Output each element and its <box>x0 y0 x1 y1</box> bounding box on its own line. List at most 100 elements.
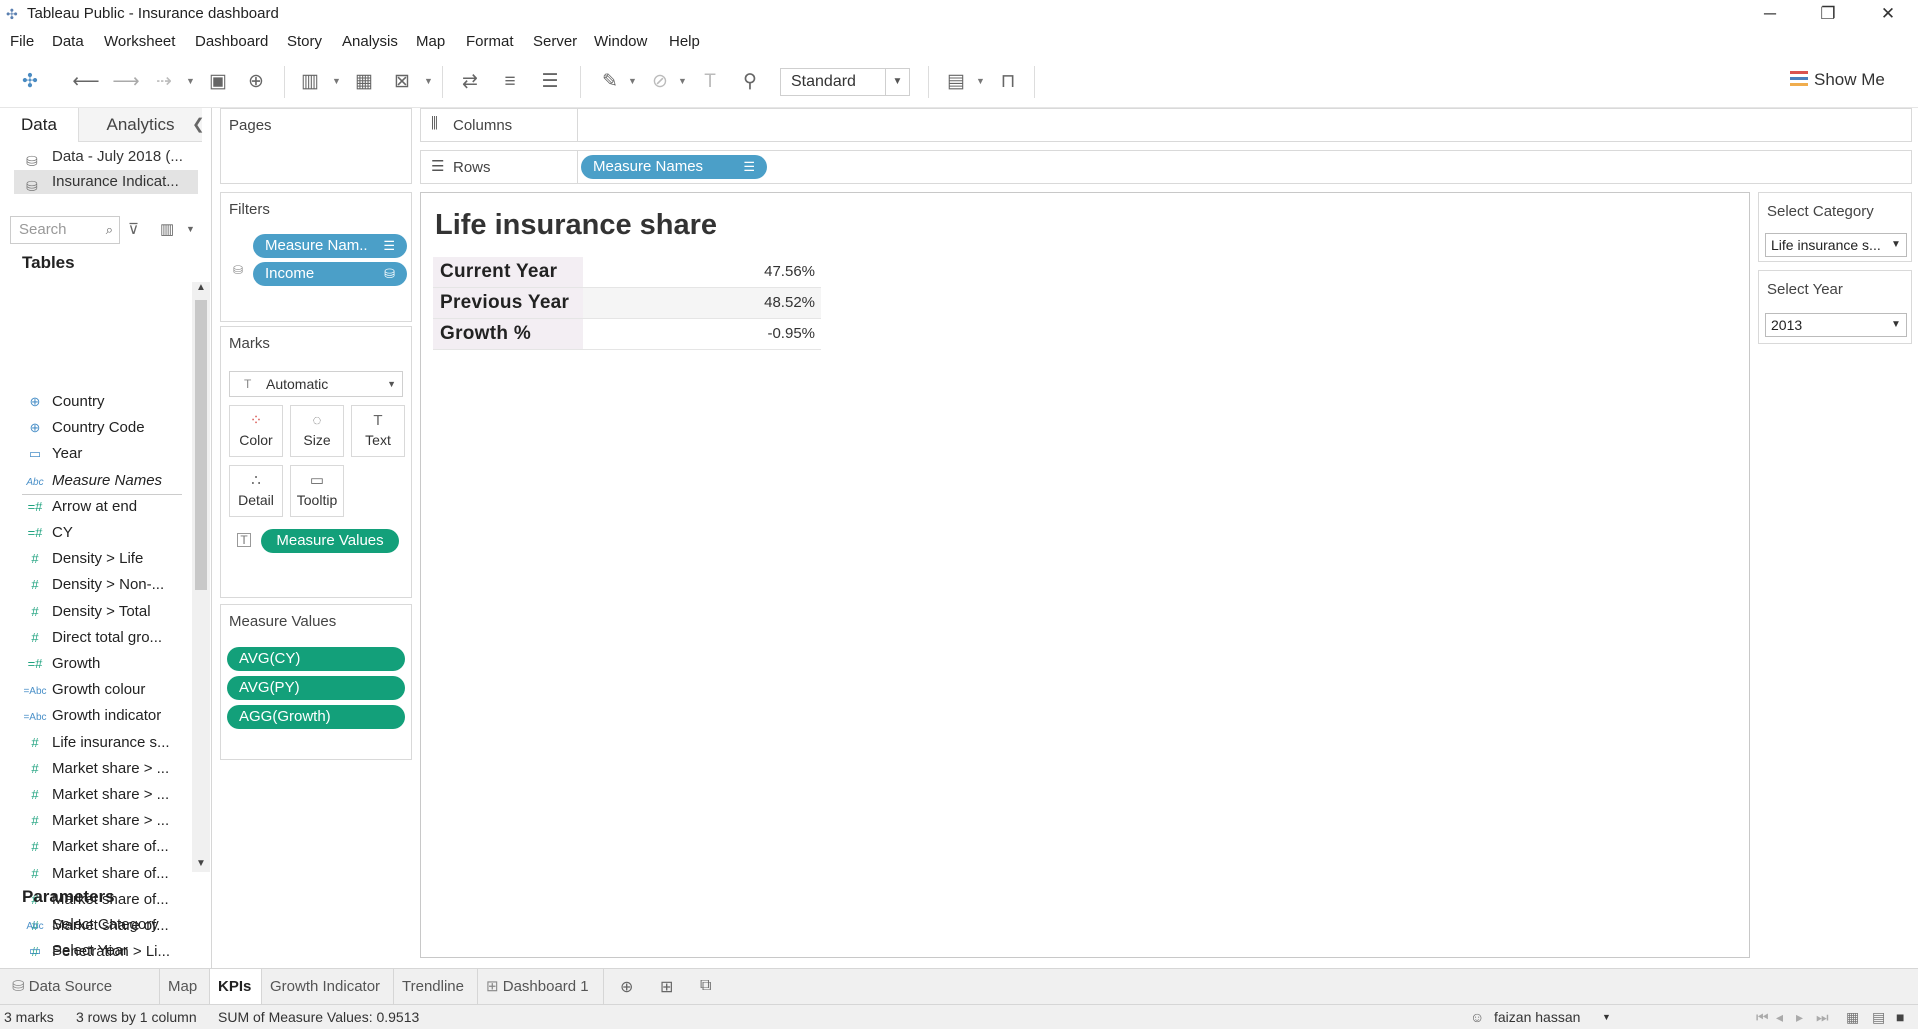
select-year-dropdown[interactable]: 2013 ▼ <box>1765 313 1907 337</box>
table-row[interactable]: Previous Year 48.52% <box>433 288 821 319</box>
sort-descending-icon[interactable]: ☰ <box>536 68 564 96</box>
chevron-down-icon[interactable]: ▼ <box>186 76 195 86</box>
field-item[interactable]: # Market share of... <box>18 861 186 887</box>
tab-analytics[interactable]: Analytics <box>78 108 202 142</box>
field-item[interactable]: ⊕ Country <box>18 389 186 415</box>
next-page-icon[interactable]: ▸ <box>1796 1009 1803 1026</box>
datasource-item-selected[interactable]: ⛁ Insurance Indicat... <box>14 170 198 194</box>
tab-trendline[interactable]: Trendline <box>394 969 478 1004</box>
menu-format[interactable]: Format <box>466 33 514 50</box>
scroll-up-icon[interactable]: ▲ <box>196 282 206 293</box>
worksheet-view[interactable]: Life insurance share Current Year 47.56%… <box>420 192 1750 958</box>
field-item[interactable]: # Life insurance s... <box>18 730 186 756</box>
show-cards-icon[interactable]: ▤ <box>942 68 970 96</box>
scrollbar-thumb[interactable] <box>195 300 207 590</box>
field-item[interactable]: Abc Measure Names <box>18 468 186 494</box>
scroll-down-icon[interactable]: ▼ <box>196 858 206 869</box>
clear-sheet-icon[interactable]: ⊠ <box>388 68 416 96</box>
presentation-mode-icon[interactable]: ⊓ <box>994 68 1022 96</box>
last-page-icon[interactable]: ⏭ <box>1816 1009 1829 1026</box>
text-mark-icon[interactable]: T <box>237 533 251 547</box>
menu-data[interactable]: Data <box>52 33 84 50</box>
filmstrip-view-icon[interactable]: ▤ <box>1872 1009 1885 1026</box>
rows-shelf[interactable]: ☰ Rows Measure Names ☰ <box>420 150 1912 184</box>
menu-story[interactable]: Story <box>287 33 322 50</box>
menu-help[interactable]: Help <box>669 33 700 50</box>
menu-dashboard[interactable]: Dashboard <box>195 33 268 50</box>
field-item[interactable]: =# CY <box>18 520 186 546</box>
tabs-view-icon[interactable]: ■ <box>1896 1009 1904 1025</box>
columns-shelf[interactable]: ⫼ Columns <box>420 108 1912 142</box>
chevron-down-icon[interactable]: ▼ <box>678 76 687 86</box>
search-input[interactable]: Search ⌕ <box>10 216 120 244</box>
tab-kpis[interactable]: KPIs <box>210 969 262 1004</box>
select-category-dropdown[interactable]: Life insurance s... ▼ <box>1765 233 1907 257</box>
redo-icon[interactable]: ⟶ <box>112 68 140 96</box>
field-item[interactable]: # Density > Total <box>18 599 186 625</box>
tab-dashboard-1[interactable]: ⊞ Dashboard 1 <box>478 969 604 1004</box>
chevron-down-icon[interactable]: ▼ <box>1602 1012 1611 1022</box>
field-item[interactable]: # Market share > ... <box>18 756 186 782</box>
field-item[interactable]: # Market share > ... <box>18 808 186 834</box>
field-item[interactable]: =Abc Growth indicator <box>18 703 186 729</box>
show-me-button[interactable]: Show Me <box>1790 70 1885 90</box>
chevron-down-icon[interactable]: ▼ <box>628 76 637 86</box>
marks-pill-measure-values[interactable]: Measure Values <box>261 529 399 553</box>
field-item[interactable]: # Direct total gro... <box>18 625 186 651</box>
chevron-down-icon[interactable]: ▼ <box>976 76 985 86</box>
tableau-start-icon[interactable]: ✣ <box>16 68 44 96</box>
color-button[interactable]: ⁘ Color <box>229 405 283 457</box>
highlight-icon[interactable]: ✎ <box>596 68 624 96</box>
filter-pill-income[interactable]: Income ⛁ <box>253 262 407 286</box>
field-item[interactable]: ⊕ Country Code <box>18 415 186 441</box>
new-story-icon[interactable]: ⧉ <box>700 977 711 995</box>
view-options-icon[interactable]: ▥ <box>160 220 174 238</box>
undo-icon[interactable]: ⟵ <box>72 68 100 96</box>
field-item[interactable]: ▭ Year <box>18 441 186 467</box>
mark-type-dropdown[interactable]: T Automatic ▼ <box>229 371 403 397</box>
menu-worksheet[interactable]: Worksheet <box>104 33 175 50</box>
new-dashboard-icon[interactable]: ⊞ <box>660 977 673 997</box>
filter-icon[interactable]: ⊽ <box>128 220 139 238</box>
datasource-item[interactable]: ⛁ Data - July 2018 (... <box>14 145 198 169</box>
measure-pill-agg-growth[interactable]: AGG(Growth) <box>227 705 405 729</box>
fix-axes-icon[interactable]: ⚲ <box>736 68 764 96</box>
collapse-pane-icon[interactable]: ❮ <box>192 108 205 142</box>
table-row[interactable]: Growth % -0.95% <box>433 319 821 350</box>
status-user[interactable]: faizan hassan <box>1494 1009 1580 1025</box>
close-icon[interactable]: ✕ <box>1860 0 1916 30</box>
measure-pill-avg-cy[interactable]: AVG(CY) <box>227 647 405 671</box>
parameter-item[interactable]: ▭ Select Year <box>18 938 186 964</box>
menu-server[interactable]: Server <box>533 33 577 50</box>
first-page-icon[interactable]: ⏮ <box>1756 1009 1769 1026</box>
field-item[interactable]: =# Arrow at end <box>18 494 186 520</box>
sort-ascending-icon[interactable]: ≡ <box>496 68 524 96</box>
chevron-down-icon[interactable]: ▼ <box>332 76 341 86</box>
field-item[interactable]: # Density > Non-... <box>18 572 186 598</box>
swap-rows-columns-icon[interactable]: ⇄ <box>456 68 484 96</box>
tab-growth-indicator[interactable]: Growth Indicator <box>262 969 394 1004</box>
detail-button[interactable]: ∴ Detail <box>229 465 283 517</box>
prev-page-icon[interactable]: ◂ <box>1776 1009 1783 1026</box>
rows-pill-measure-names[interactable]: Measure Names ☰ <box>581 155 767 179</box>
field-item[interactable]: # Market share of... <box>18 834 186 860</box>
new-worksheet-icon[interactable]: ▥ <box>296 68 324 96</box>
field-item[interactable]: # Market share > ... <box>18 782 186 808</box>
tooltip-button[interactable]: ▭ Tooltip <box>290 465 344 517</box>
duplicate-sheet-icon[interactable]: ▦ <box>350 68 378 96</box>
tab-data-source[interactable]: ⛁ Data Source <box>4 969 160 1004</box>
parameter-item[interactable]: Abc Select Category <box>18 912 186 938</box>
new-worksheet-icon[interactable]: ⊕ <box>620 977 633 997</box>
restore-icon[interactable]: ❐ <box>1800 0 1856 30</box>
filter-pill-measure-names[interactable]: Measure Nam.. ☰ <box>253 234 407 258</box>
save-icon[interactable]: ▣ <box>204 68 232 96</box>
tab-data[interactable]: Data <box>0 108 78 142</box>
minimize-icon[interactable]: ─ <box>1742 0 1798 30</box>
new-datasource-icon[interactable]: ⊕ <box>242 68 270 96</box>
grid-view-icon[interactable]: ▦ <box>1846 1009 1859 1026</box>
text-button[interactable]: T Text <box>351 405 405 457</box>
menu-window[interactable]: Window <box>594 33 647 50</box>
table-row[interactable]: Current Year 47.56% <box>433 257 821 288</box>
field-item[interactable]: # Density > Life <box>18 546 186 572</box>
chevron-down-icon[interactable]: ▼ <box>186 224 195 234</box>
